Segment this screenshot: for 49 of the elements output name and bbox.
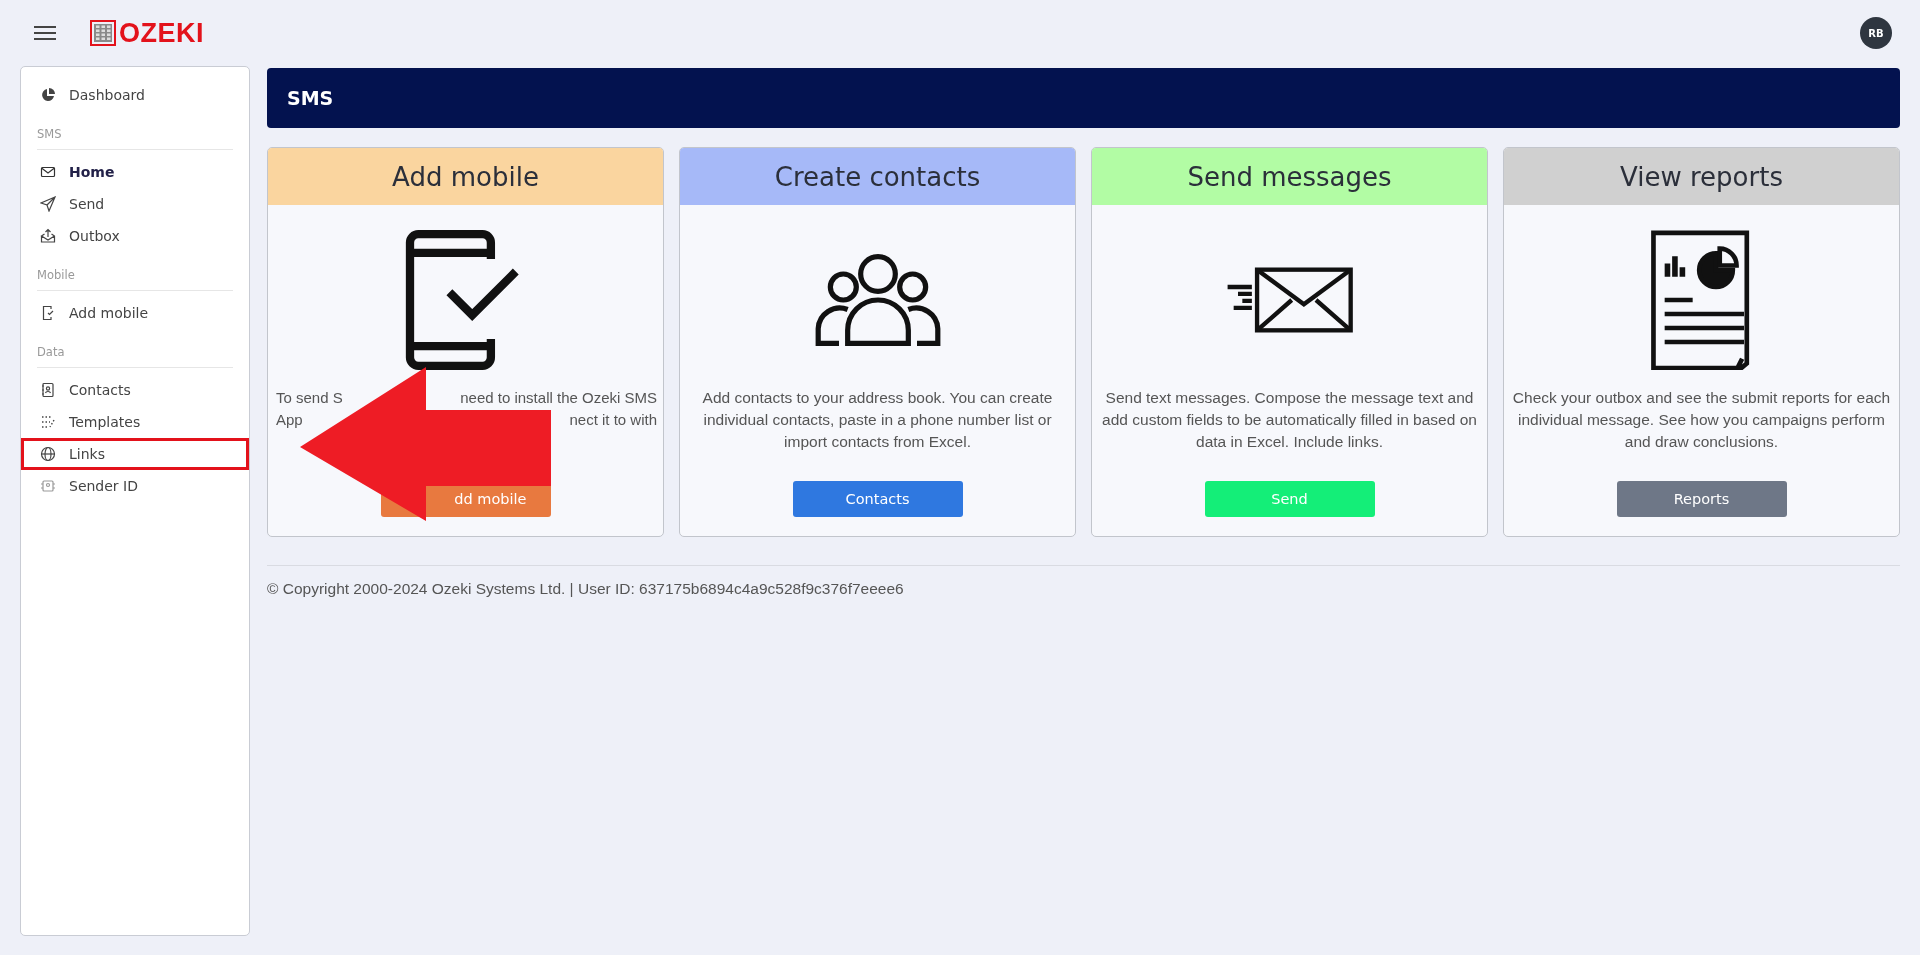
sidebar-section-title: Data	[37, 329, 233, 368]
address-book-icon	[40, 382, 56, 398]
sidebar-item-label: Home	[69, 164, 115, 180]
sidebar-item[interactable]: Sender ID	[21, 470, 249, 502]
sidebar-item-label: Add mobile	[69, 305, 149, 321]
sidebar-item[interactable]: Dashboard	[21, 79, 249, 111]
sidebar-item-label: Links	[69, 446, 105, 462]
sidebar-item[interactable]: Add mobile	[21, 297, 249, 329]
card-title: Create contacts	[774, 161, 981, 192]
keypad-logo-icon	[90, 20, 116, 46]
tray-upload-icon	[40, 228, 56, 244]
logo-text: OZEKI	[119, 17, 204, 49]
card-description: Send text messages. Compose the message text and add custom fields to be automatically filled in based on data in Excel. Include links.	[1101, 388, 1478, 452]
footer-text: © Copyright 2000-2024 Ozeki Systems Ltd. | User ID: 637175b6894c4a9c528f9c376f7eeee6	[267, 580, 905, 598]
pie-chart-icon	[40, 87, 56, 103]
user-avatar[interactable]: RB	[1860, 17, 1892, 49]
card-description: nect it to with	[569, 410, 657, 430]
card-title: Send messages	[1187, 161, 1392, 192]
sidebar-item-label: Contacts	[69, 382, 131, 398]
card-button[interactable]: Contacts	[792, 481, 963, 517]
sidebar-item-label: Templates	[69, 414, 141, 430]
mail-icon	[40, 164, 56, 180]
sidebar-item-label: Send	[69, 196, 105, 212]
dotted-template-icon	[40, 414, 56, 430]
sidebar-item-label: Sender ID	[69, 478, 138, 494]
menu-icon[interactable]	[34, 26, 56, 40]
sidebar-item-label: Outbox	[69, 228, 120, 244]
card-title: View reports	[1620, 161, 1783, 192]
paper-plane-icon	[40, 196, 56, 212]
page-title: SMS	[287, 87, 334, 109]
sidebar-item[interactable]: Outbox	[21, 220, 249, 252]
card-title: Add mobile	[392, 161, 539, 192]
sidebar-item[interactable]: Templates	[21, 406, 249, 438]
card-description: App	[276, 410, 303, 430]
card-description: To send S	[276, 388, 343, 408]
card-button[interactable]: Reports	[1616, 481, 1787, 517]
sidebar-item[interactable]: Home	[21, 156, 249, 188]
sidebar-item-label: Dashboard	[69, 87, 145, 103]
id-badge-icon	[40, 478, 56, 494]
card-description: Check your outbox and see the submit reports for each individual message. See how you campaigns perform and draw conclusions.	[1511, 388, 1892, 452]
globe-icon	[40, 446, 56, 462]
sidebar-item[interactable]: Links	[21, 438, 249, 470]
sidebar-section-title: SMS	[37, 111, 233, 150]
sidebar-section-title: Mobile	[37, 252, 233, 291]
sidebar-item[interactable]: Send	[21, 188, 249, 220]
phone-check-icon	[40, 305, 56, 321]
sidebar-item[interactable]: Contacts	[21, 374, 249, 406]
card-description: Add contacts to your address book. You can create individual contacts, paste in a phone number list or import contacts from Excel.	[701, 388, 1054, 452]
card-description: need to install the Ozeki SMS	[460, 388, 657, 408]
